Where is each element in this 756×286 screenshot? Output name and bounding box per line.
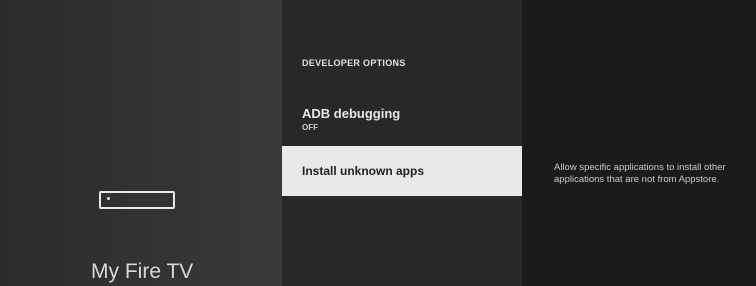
menu-item-adb-debugging[interactable]: ADB debugging OFF	[282, 106, 522, 140]
menu-item-label: ADB debugging	[302, 106, 401, 121]
menu-item-value: OFF	[302, 123, 318, 132]
device-indicator-dot	[107, 197, 110, 200]
left-panel: My Fire TV	[0, 0, 282, 286]
item-description: Allow specific applications to install o…	[554, 162, 726, 185]
page-title: My Fire TV	[91, 260, 194, 283]
section-header: DEVELOPER OPTIONS	[302, 58, 406, 68]
description-panel: Allow specific applications to install o…	[522, 0, 756, 286]
menu-item-label: Install unknown apps	[302, 164, 425, 178]
menu-panel: DEVELOPER OPTIONS ADB debugging OFF Inst…	[282, 0, 522, 286]
fire-tv-device-icon	[99, 191, 175, 209]
fire-tv-settings-screen: My Fire TV DEVELOPER OPTIONS ADB debuggi…	[0, 0, 756, 286]
menu-item-install-unknown-apps[interactable]: Install unknown apps	[282, 146, 522, 196]
